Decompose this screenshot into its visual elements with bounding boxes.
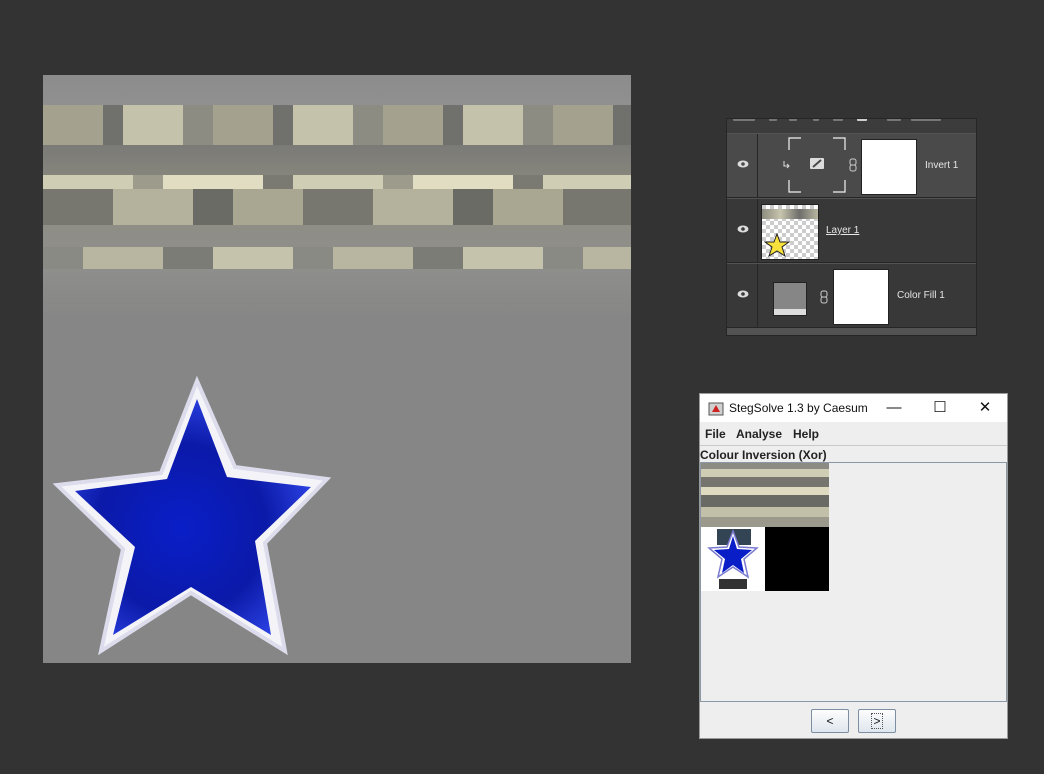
fill-value[interactable] bbox=[911, 119, 941, 121]
layer-row-pixel[interactable]: Layer 1 bbox=[727, 199, 976, 263]
star-thumbnail-icon bbox=[764, 233, 790, 257]
link-chain-icon[interactable] bbox=[820, 290, 828, 304]
mode-label: Colour Inversion (Xor) bbox=[700, 448, 827, 462]
menu-analyse[interactable]: Analyse bbox=[736, 427, 782, 441]
minimize-button[interactable]: — bbox=[871, 394, 917, 422]
layers-toolbar bbox=[727, 119, 976, 133]
title-bar[interactable]: StegSolve 1.3 by Caesum — ☐ ✕ bbox=[700, 394, 1007, 422]
visibility-eye-icon[interactable] bbox=[737, 225, 749, 233]
layer-mask-thumbnail[interactable] bbox=[833, 269, 889, 325]
layer-thumbnail[interactable] bbox=[761, 204, 819, 260]
fill-color-swatch[interactable] bbox=[773, 282, 807, 316]
window-title: StegSolve 1.3 by Caesum bbox=[729, 401, 868, 415]
layer-mask-thumbnail[interactable] bbox=[861, 139, 917, 195]
image-viewport[interactable] bbox=[700, 462, 1007, 702]
menu-file[interactable]: File bbox=[705, 427, 726, 441]
lock-brush-icon[interactable] bbox=[789, 119, 797, 121]
close-button[interactable]: ✕ bbox=[962, 394, 1008, 422]
adjustment-thumbnail[interactable] bbox=[787, 136, 847, 194]
layer-name[interactable]: Color Fill 1 bbox=[897, 290, 945, 301]
prev-plane-button[interactable]: < bbox=[811, 709, 849, 733]
menu-bar: File Analyse Help bbox=[700, 424, 1007, 444]
visibility-eye-icon[interactable] bbox=[737, 160, 749, 168]
swatch-slider bbox=[774, 309, 806, 315]
maximize-button[interactable]: ☐ bbox=[917, 394, 963, 422]
menu-separator bbox=[700, 445, 1007, 446]
java-app-icon bbox=[708, 402, 724, 416]
lock-artboard-icon[interactable] bbox=[833, 119, 843, 121]
layers-panel: Invert 1 Layer 1 Color Fill 1 bbox=[726, 118, 977, 336]
stegsolve-window: StegSolve 1.3 by Caesum — ☐ ✕ File Analy… bbox=[699, 393, 1008, 739]
thumb-texture bbox=[762, 209, 818, 219]
visibility-divider bbox=[757, 199, 758, 262]
layer-name[interactable]: Layer 1 bbox=[826, 225, 859, 236]
layer-row-fill[interactable]: Color Fill 1 bbox=[727, 264, 976, 328]
fill-label bbox=[887, 119, 901, 121]
layer-name[interactable]: Invert 1 bbox=[925, 160, 958, 171]
lock-pixels-icon[interactable] bbox=[769, 119, 777, 121]
toolbar-lock-label bbox=[733, 119, 755, 121]
menu-help[interactable]: Help bbox=[793, 427, 819, 441]
link-chain-icon[interactable] bbox=[849, 158, 857, 172]
inverted-preview-image bbox=[701, 463, 829, 591]
visibility-divider bbox=[757, 264, 758, 327]
document-canvas[interactable] bbox=[43, 75, 631, 663]
next-label: > bbox=[871, 713, 883, 729]
lock-all-icon[interactable] bbox=[857, 119, 867, 121]
lock-move-icon[interactable] bbox=[813, 119, 819, 121]
visibility-eye-icon[interactable] bbox=[737, 290, 749, 298]
star-image bbox=[52, 375, 332, 656]
next-plane-button[interactable]: > bbox=[858, 709, 896, 733]
layer-row-invert[interactable]: Invert 1 bbox=[727, 134, 976, 198]
prev-label: < bbox=[826, 714, 834, 728]
visibility-divider bbox=[757, 134, 758, 197]
